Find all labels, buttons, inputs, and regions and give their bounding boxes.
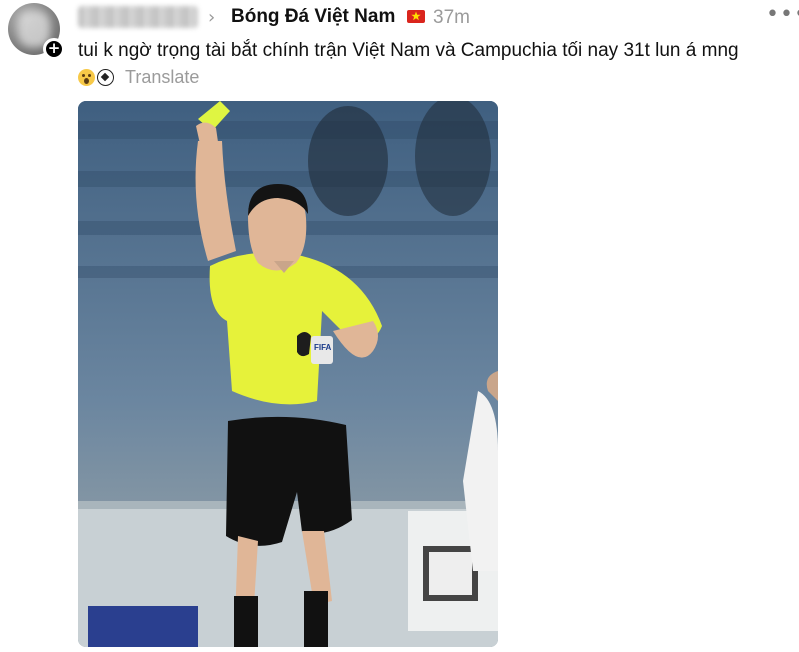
author-username-blurred[interactable]	[78, 6, 198, 28]
timestamp: 37m	[433, 7, 470, 28]
group-name[interactable]: Bóng Đá Việt Nam	[231, 6, 395, 28]
soccer-ball-emoji	[97, 68, 114, 86]
chevron-right-icon: ›	[208, 7, 216, 28]
astonished-face-emoji	[78, 68, 95, 86]
vietnam-flag-icon	[407, 10, 425, 23]
translate-link[interactable]: Translate	[125, 67, 199, 88]
post-text: tui k ngờ trọng tài bắt chính trận Việt …	[78, 40, 739, 61]
post-photo[interactable]: FIFA	[78, 101, 498, 647]
referee-photo: FIFA	[78, 101, 498, 647]
follow-plus-badge[interactable]: +	[43, 38, 65, 60]
more-options-icon[interactable]: •••	[766, 2, 799, 27]
emoji-row: Translate	[78, 66, 199, 88]
fifa-badge: FIFA	[314, 343, 332, 352]
